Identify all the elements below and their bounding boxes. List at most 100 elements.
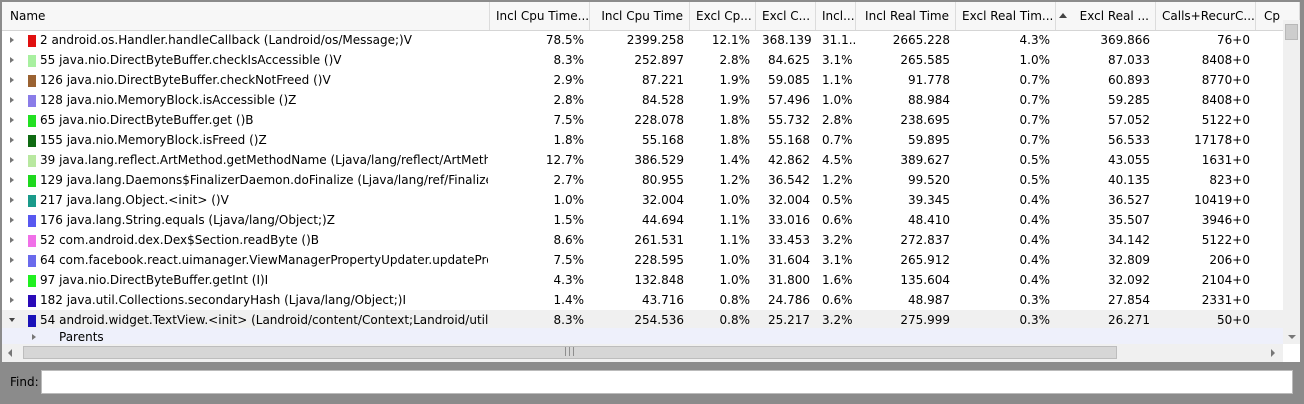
cell-excl-cpu-pct: 1.2% — [719, 173, 751, 187]
cell-incl-cpu: 228.595 — [634, 253, 684, 267]
cell-excl-cpu-pct: 1.1% — [719, 213, 751, 227]
cell-excl-cpu-pct: 1.1% — [719, 233, 751, 247]
find-bar: Find: — [0, 362, 1304, 404]
cell-calls: 3946+0 — [1201, 213, 1250, 227]
table-row[interactable]: 128 java.nio.MemoryBlock.isAccessible ()… — [2, 90, 1283, 111]
table-row[interactable]: 2 android.os.Handler.handleCallback (Lan… — [2, 30, 1283, 51]
cell-incl-real: 99.520 — [908, 173, 950, 187]
cell-excl-cpu-pct: 1.4% — [719, 153, 751, 167]
cell-incl-cpu: 43.716 — [642, 293, 684, 307]
method-name-cell: 52 com.android.dex.Dex$Section.readByte … — [40, 233, 319, 247]
horizontal-scroll-thumb[interactable]: ||| — [23, 346, 1117, 359]
cell-incl-real: 91.778 — [908, 73, 950, 87]
cell-incl-real: 88.984 — [908, 93, 950, 107]
cell-excl-cpu: 31.800 — [768, 273, 810, 287]
cell-incl-cpu-pct: 2.8% — [553, 93, 585, 107]
cell-incl-cpu-pct: 7.5% — [553, 113, 585, 127]
column-header-incl-real-time[interactable]: Incl Real Time — [856, 2, 956, 30]
column-header-excl-cpu-pct[interactable]: Excl Cp... — [690, 2, 756, 30]
column-header-calls-recur[interactable]: Calls+RecurC... — [1156, 2, 1256, 30]
column-header-name[interactable]: Name — [2, 2, 490, 30]
method-name-cell: 65 java.nio.DirectByteBuffer.get ()B — [40, 113, 254, 127]
cell-excl-cpu: 57.496 — [768, 93, 810, 107]
table-row[interactable]: 64 com.facebook.react.uimanager.ViewMana… — [2, 250, 1283, 271]
table-row[interactable]: 155 java.nio.MemoryBlock.isFreed ()Z 1.8%… — [2, 130, 1283, 151]
cell-calls: 76+0 — [1217, 33, 1250, 47]
column-header-excl-real[interactable]: Excl Real ... — [1056, 2, 1156, 30]
method-name-cell: 129 java.lang.Daemons$FinalizerDaemon.do… — [40, 173, 488, 187]
cell-incl-real-pct: 0.7% — [822, 133, 853, 147]
cell-incl-real-pct: 0.6% — [822, 293, 853, 307]
cell-calls: 8408+0 — [1201, 93, 1250, 107]
cell-excl-real: 35.507 — [1108, 213, 1150, 227]
cell-calls: 5122+0 — [1201, 113, 1250, 127]
cell-calls: 17178+0 — [1194, 133, 1250, 147]
find-input[interactable] — [41, 370, 1293, 394]
expand-arrow-icon[interactable] — [32, 334, 36, 340]
cell-excl-cpu: 31.604 — [768, 253, 810, 267]
table-row[interactable]: 52 com.android.dex.Dex$Section.readByte … — [2, 230, 1283, 251]
cell-incl-real: 39.345 — [908, 193, 950, 207]
table-row[interactable]: 217 java.lang.Object.<init> ()V 1.0% 32.00… — [2, 190, 1283, 211]
cell-incl-cpu: 80.955 — [642, 173, 684, 187]
cell-incl-real: 59.895 — [908, 133, 950, 147]
cell-incl-cpu: 2399.258 — [626, 33, 684, 47]
cell-incl-real: 48.987 — [908, 293, 950, 307]
cell-calls: 5122+0 — [1201, 233, 1250, 247]
cell-incl-cpu: 261.531 — [634, 233, 684, 247]
scroll-right-icon[interactable] — [1271, 349, 1275, 357]
column-header-incl-cpu-time-pct[interactable]: Incl Cpu Time... — [490, 2, 590, 30]
scroll-down-icon[interactable] — [1288, 335, 1296, 339]
vertical-scroll-thumb[interactable] — [1285, 24, 1298, 40]
cell-incl-real-pct: 1.0% — [822, 93, 853, 107]
cell-excl-cpu-pct: 1.0% — [719, 193, 751, 207]
table-row[interactable]: 182 java.util.Collections.secondaryHash … — [2, 290, 1283, 311]
table-header: Name Incl Cpu Time... Incl Cpu Time Excl Cp… — [2, 2, 1300, 31]
horizontal-scrollbar[interactable]: ||| — [2, 344, 1283, 362]
cell-excl-real-pct: 0.4% — [1019, 193, 1051, 207]
table-row[interactable]: 65 java.nio.DirectByteBuffer.get ()B 7.5%… — [2, 110, 1283, 131]
column-header-incl-cpu-time[interactable]: Incl Cpu Time — [590, 2, 690, 30]
cell-calls: 2331+0 — [1201, 293, 1250, 307]
find-label: Find: — [10, 375, 39, 389]
cell-incl-real-pct: 0.6% — [822, 213, 853, 227]
cell-excl-real-pct: 0.7% — [1019, 93, 1051, 107]
cell-excl-real: 34.142 — [1108, 233, 1150, 247]
cell-incl-cpu-pct: 1.8% — [553, 133, 585, 147]
cell-incl-real-pct: 31.1... — [822, 33, 856, 47]
table-row[interactable]: 129 java.lang.Daemons$FinalizerDaemon.do… — [2, 170, 1283, 191]
cell-excl-real: 369.866 — [1100, 33, 1150, 47]
cell-incl-real-pct: 1.6% — [822, 273, 853, 287]
cell-incl-cpu: 132.848 — [634, 273, 684, 287]
method-name-cell: 217 java.lang.Object.<init> ()V — [40, 193, 229, 207]
cell-excl-real-pct: 0.7% — [1019, 113, 1051, 127]
cell-excl-real-pct: 1.0% — [1019, 53, 1051, 67]
cell-excl-real-pct: 0.4% — [1019, 233, 1051, 247]
cell-excl-cpu: 55.168 — [768, 133, 810, 147]
column-header-excl-cpu[interactable]: Excl C... — [756, 2, 816, 30]
cell-excl-cpu-pct: 12.1% — [711, 33, 750, 47]
cell-incl-cpu-pct: 1.0% — [553, 193, 585, 207]
cell-incl-cpu-pct: 12.7% — [545, 153, 584, 167]
cell-incl-real: 265.912 — [900, 253, 950, 267]
table-row[interactable]: 97 java.nio.DirectByteBuffer.getInt (I)I… — [2, 270, 1283, 291]
cell-incl-cpu-pct: 4.3% — [553, 273, 585, 287]
column-header-incl-real-pct[interactable]: Incl... — [816, 2, 856, 30]
cell-excl-real-pct: 4.3% — [1019, 33, 1051, 47]
table-row[interactable]: 55 java.nio.DirectByteBuffer.checkIsAcce… — [2, 50, 1283, 71]
scroll-left-icon[interactable] — [8, 349, 12, 357]
cell-incl-real-pct: 1.1% — [822, 73, 853, 87]
vertical-scrollbar[interactable] — [1283, 20, 1300, 344]
cell-incl-cpu-pct: 2.9% — [553, 73, 585, 87]
cell-excl-real-pct: 0.4% — [1019, 253, 1051, 267]
cell-excl-real: 43.055 — [1108, 153, 1150, 167]
column-header-excl-real-time-pct[interactable]: Excl Real Tim... — [956, 2, 1056, 30]
table-row[interactable]: 176 java.lang.String.equals (Ljava/lang/… — [2, 210, 1283, 231]
cell-incl-cpu: 32.004 — [642, 193, 684, 207]
cell-excl-cpu: 33.016 — [768, 213, 810, 227]
cell-excl-cpu: 368.139 — [762, 33, 812, 47]
table-row[interactable]: 39 java.lang.reflect.ArtMethod.getMethod… — [2, 150, 1283, 171]
cell-excl-cpu-pct: 1.8% — [719, 133, 751, 147]
table-row[interactable]: 126 java.nio.DirectByteBuffer.checkNotFr… — [2, 70, 1283, 91]
cell-excl-cpu: 24.786 — [768, 293, 810, 307]
